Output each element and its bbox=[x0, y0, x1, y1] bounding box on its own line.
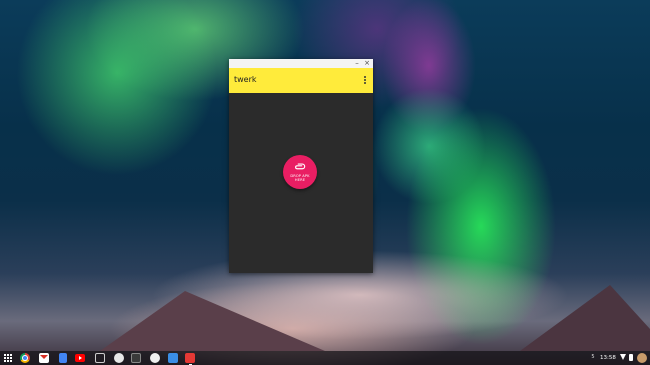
stocks-icon[interactable] bbox=[131, 353, 141, 363]
launcher-button[interactable] bbox=[4, 354, 12, 362]
app-title: twerk bbox=[234, 75, 257, 84]
battery-icon bbox=[629, 354, 633, 361]
notification-count[interactable]: 5 bbox=[589, 353, 597, 362]
paperclip-icon bbox=[295, 163, 306, 170]
gmail-icon[interactable] bbox=[39, 353, 49, 363]
wifi-icon bbox=[620, 354, 626, 360]
close-button[interactable]: × bbox=[362, 59, 372, 68]
drop-apk-button[interactable]: DROP APK HERE bbox=[283, 155, 317, 189]
wallpaper-mountain-left bbox=[100, 291, 325, 351]
docs-icon[interactable] bbox=[59, 353, 67, 363]
chrome-icon[interactable] bbox=[20, 353, 30, 363]
status-tray[interactable]: 5 13:58 bbox=[586, 351, 650, 365]
avatar[interactable] bbox=[637, 353, 647, 363]
clock: 13:58 bbox=[600, 355, 616, 361]
shelf: 5 13:58 bbox=[0, 351, 650, 365]
overflow-menu-icon[interactable] bbox=[363, 76, 367, 86]
youtube-icon[interactable] bbox=[75, 354, 85, 362]
android-app-icon[interactable] bbox=[185, 353, 195, 363]
wallpaper-mountain-right bbox=[520, 285, 650, 351]
google-icon[interactable] bbox=[114, 353, 124, 363]
minimize-button[interactable]: – bbox=[352, 59, 362, 68]
drop-apk-label: DROP APK HERE bbox=[290, 174, 310, 183]
app-window: – × twerk DROP APK HERE bbox=[229, 59, 373, 273]
twerk-app-icon[interactable] bbox=[168, 353, 178, 363]
files-icon[interactable] bbox=[95, 353, 105, 363]
hangouts-icon[interactable] bbox=[150, 353, 160, 363]
app-toolbar: twerk bbox=[229, 68, 373, 93]
app-content: DROP APK HERE bbox=[229, 93, 373, 273]
window-titlebar[interactable]: – × bbox=[229, 59, 373, 68]
